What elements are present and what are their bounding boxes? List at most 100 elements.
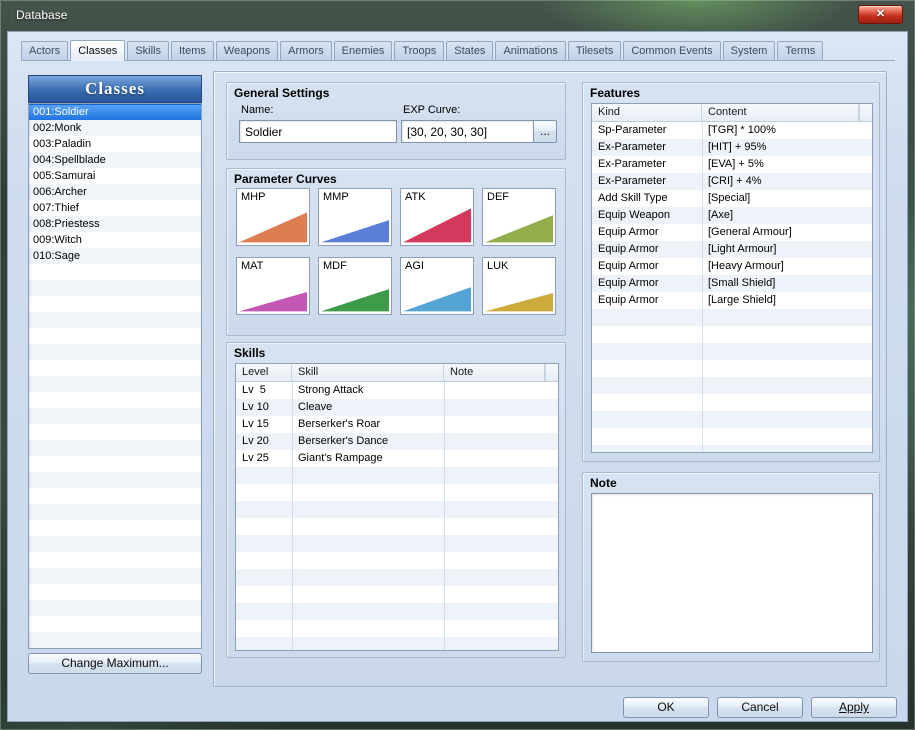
feature-row[interactable]: Sp-Parameter[TGR] * 100%: [592, 122, 872, 139]
tab-terms[interactable]: Terms: [777, 41, 823, 60]
parameter-curve-label: MDF: [323, 260, 347, 272]
parameter-curve-label: MMP: [323, 191, 349, 203]
class-list-item[interactable]: 010:Sage: [29, 248, 201, 264]
feature-kind-cell: Ex-Parameter: [592, 173, 702, 190]
parameter-curve-agi[interactable]: AGI: [400, 257, 474, 315]
feature-kind-cell: Sp-Parameter: [592, 122, 702, 139]
exp-curve-ellipsis-button[interactable]: ...: [533, 120, 557, 143]
column-divider: [702, 122, 703, 452]
skill-row[interactable]: Lv 20Berserker's Dance: [236, 433, 558, 450]
apply-button[interactable]: Apply: [811, 697, 897, 718]
feature-row[interactable]: Equip Armor[Large Shield]: [592, 292, 872, 309]
note-textarea[interactable]: [591, 493, 873, 653]
tab-weapons[interactable]: Weapons: [216, 41, 278, 60]
ok-button[interactable]: OK: [623, 697, 709, 718]
tab-items[interactable]: Items: [171, 41, 214, 60]
feature-row[interactable]: Ex-Parameter[EVA] + 5%: [592, 156, 872, 173]
feature-row[interactable]: Ex-Parameter[CRI] + 4%: [592, 173, 872, 190]
parameter-curve-def[interactable]: DEF: [482, 188, 556, 246]
skill-row[interactable]: Lv 15Berserker's Roar: [236, 416, 558, 433]
skill-note-cell: [444, 416, 558, 433]
feature-kind-cell: Equip Armor: [592, 241, 702, 258]
feature-row[interactable]: Add Skill Type[Special]: [592, 190, 872, 207]
class-list: 001:Soldier002:Monk003:Paladin004:Spellb…: [28, 103, 202, 649]
title-bar[interactable]: Database ✕: [0, 0, 915, 31]
tab-classes[interactable]: Classes: [70, 40, 125, 61]
parameter-curve-label: DEF: [487, 191, 509, 203]
tab-troops[interactable]: Troops: [394, 41, 444, 60]
skill-note-cell: [444, 450, 558, 467]
feature-row[interactable]: Equip Weapon[Axe]: [592, 207, 872, 224]
parameter-curve-mhp[interactable]: MHP: [236, 188, 310, 246]
parameter-curve-label: LUK: [487, 260, 508, 272]
skill-name-cell: Giant's Rampage: [292, 450, 444, 467]
tab-armors[interactable]: Armors: [280, 41, 331, 60]
skill-row[interactable]: Lv 10Cleave: [236, 399, 558, 416]
tab-states[interactable]: States: [446, 41, 493, 60]
parameter-curve-luk[interactable]: LUK: [482, 257, 556, 315]
tab-common-events[interactable]: Common Events: [623, 41, 720, 60]
parameter-curve-atk[interactable]: ATK: [400, 188, 474, 246]
class-list-item[interactable]: 008:Priestess: [29, 216, 201, 232]
class-list-item[interactable]: 005:Samurai: [29, 168, 201, 184]
class-list-item[interactable]: 002:Monk: [29, 120, 201, 136]
cancel-button[interactable]: Cancel: [717, 697, 803, 718]
name-label: Name:: [241, 104, 273, 116]
skill-name-cell: Cleave: [292, 399, 444, 416]
class-list-item[interactable]: 009:Witch: [29, 232, 201, 248]
feature-kind-cell: Ex-Parameter: [592, 156, 702, 173]
feature-content-cell: [HIT] + 95%: [702, 139, 872, 156]
tab-tilesets[interactable]: Tilesets: [568, 41, 622, 60]
skill-row[interactable]: Lv 25Giant's Rampage: [236, 450, 558, 467]
features-col-kind: Kind: [592, 104, 702, 121]
parameter-curve-mmp[interactable]: MMP: [318, 188, 392, 246]
tab-enemies[interactable]: Enemies: [334, 41, 393, 60]
note-title: Note: [590, 476, 617, 490]
skill-level-cell: Lv 25: [236, 450, 292, 467]
class-list-item[interactable]: 006:Archer: [29, 184, 201, 200]
feature-content-cell: [EVA] + 5%: [702, 156, 872, 173]
name-input[interactable]: [239, 120, 397, 143]
feature-row[interactable]: Ex-Parameter[HIT] + 95%: [592, 139, 872, 156]
feature-content-cell: [Special]: [702, 190, 872, 207]
class-list-item[interactable]: 007:Thief: [29, 200, 201, 216]
class-list-item[interactable]: 004:Spellblade: [29, 152, 201, 168]
curve-shape: [485, 203, 553, 243]
skill-level-cell: Lv 15: [236, 416, 292, 433]
parameter-curve-label: MAT: [241, 260, 263, 272]
skills-table: Level Skill Note Lv 5Strong AttackLv 10C…: [235, 363, 559, 651]
column-divider: [292, 382, 293, 650]
parameter-curve-grid: MHP MMP ATK DEF MAT MDF AGI LUK: [236, 188, 558, 315]
tab-animations[interactable]: Animations: [495, 41, 565, 60]
skill-row[interactable]: Lv 5Strong Attack: [236, 382, 558, 399]
tab-skills[interactable]: Skills: [127, 41, 169, 60]
feature-row[interactable]: Equip Armor[Light Armour]: [592, 241, 872, 258]
class-list-item[interactable]: 001:Soldier: [29, 104, 201, 120]
features-col-filler: [859, 104, 872, 121]
skills-table-header: Level Skill Note: [236, 364, 558, 382]
feature-row[interactable]: Equip Armor[Heavy Armour]: [592, 258, 872, 275]
parameter-curve-label: ATK: [405, 191, 426, 203]
skill-name-cell: Berserker's Dance: [292, 433, 444, 450]
skills-group: Skills Level Skill Note Lv 5Strong Attac…: [226, 342, 566, 658]
parameter-curve-mdf[interactable]: MDF: [318, 257, 392, 315]
class-list-item[interactable]: 003:Paladin: [29, 136, 201, 152]
exp-curve-input[interactable]: [401, 120, 534, 143]
change-maximum-button[interactable]: Change Maximum...: [28, 653, 202, 674]
tab-actors[interactable]: Actors: [21, 41, 68, 60]
parameter-curves-group: Parameter Curves MHP MMP ATK DEF MAT MDF AGI LU…: [226, 168, 566, 336]
skills-col-level: Level: [236, 364, 292, 381]
feature-kind-cell: Equip Armor: [592, 275, 702, 292]
parameter-curve-mat[interactable]: MAT: [236, 257, 310, 315]
feature-content-cell: [Heavy Armour]: [702, 258, 872, 275]
feature-row[interactable]: Equip Armor[Small Shield]: [592, 275, 872, 292]
tab-system[interactable]: System: [723, 41, 776, 60]
note-group: Note: [582, 472, 880, 662]
main-panel: General Settings Name: EXP Curve: ... Pa…: [213, 71, 887, 687]
parameter-curves-title: Parameter Curves: [234, 172, 337, 186]
close-button[interactable]: ✕: [858, 5, 903, 24]
feature-kind-cell: Equip Weapon: [592, 207, 702, 224]
skill-note-cell: [444, 382, 558, 399]
feature-kind-cell: Equip Armor: [592, 224, 702, 241]
feature-row[interactable]: Equip Armor[General Armour]: [592, 224, 872, 241]
